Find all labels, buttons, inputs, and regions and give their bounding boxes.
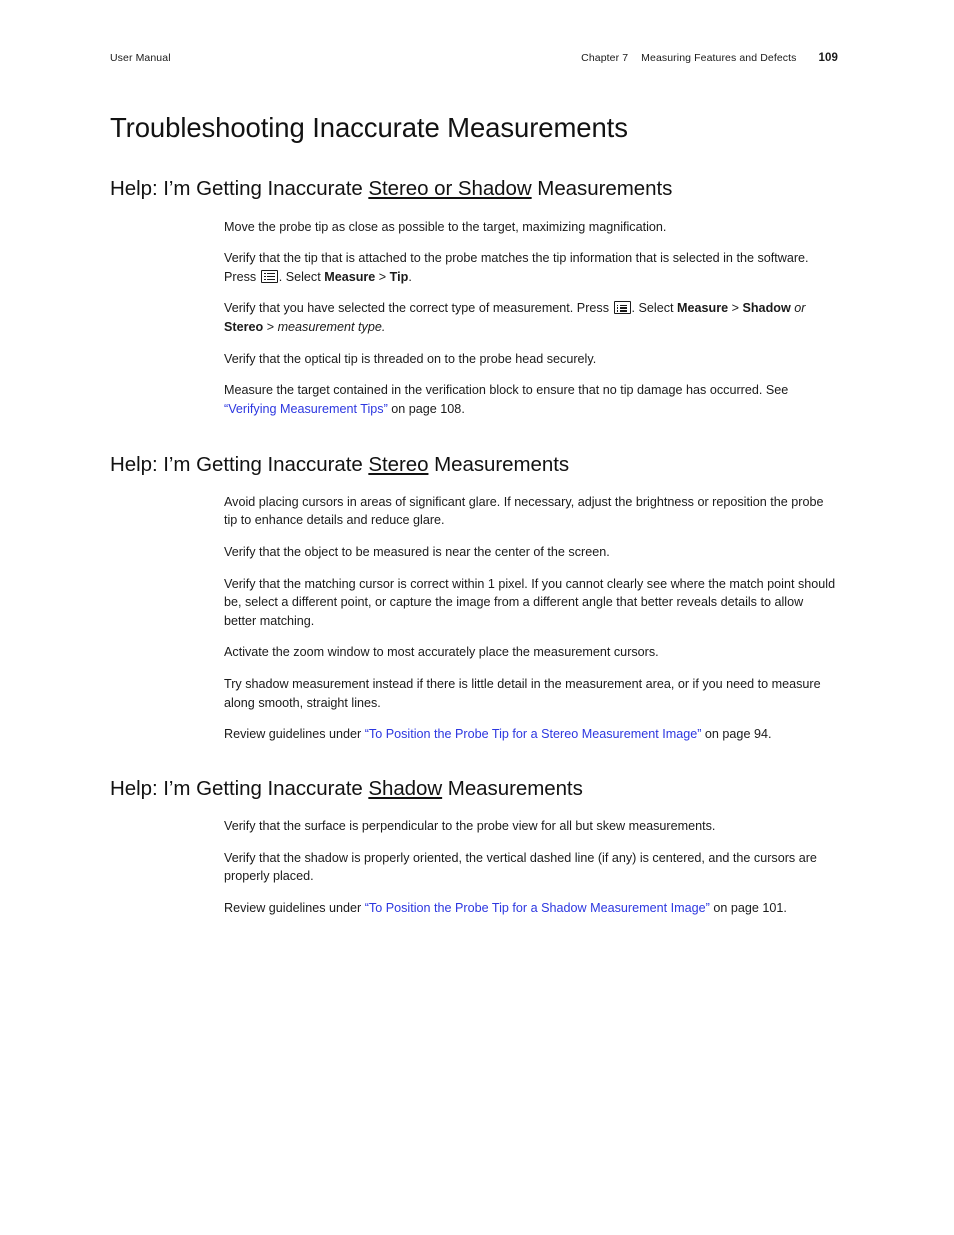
paragraph: Verify that the tip that is attached to … bbox=[224, 249, 838, 286]
heading-suffix: Measurements bbox=[531, 177, 673, 201]
paragraph-text: Measure the target contained in the veri… bbox=[224, 383, 789, 398]
menu-path-separator: > bbox=[375, 269, 390, 284]
menu-list-icon bbox=[260, 269, 278, 283]
paragraph: Avoid placing cursors in areas of signif… bbox=[224, 494, 824, 528]
paragraph: Verify that the optical tip is threaded … bbox=[224, 351, 597, 366]
header-manual-label: User Manual bbox=[110, 52, 171, 64]
section-stereo: Help: I’m Getting Inaccurate Stereo Meas… bbox=[110, 453, 838, 744]
section-heading: Help: I’m Getting Inaccurate Stereo Meas… bbox=[110, 453, 838, 477]
cross-reference-link[interactable]: “To Position the Probe Tip for a Shadow … bbox=[365, 901, 710, 915]
paragraph-text: . Select bbox=[631, 301, 677, 316]
header-right-group: Chapter 7 Measuring Features and Defects… bbox=[581, 52, 838, 64]
paragraph: Verify that you have selected the correc… bbox=[224, 299, 838, 336]
paragraph-text: on page 108. bbox=[387, 401, 465, 416]
menu-path-item: Measure bbox=[324, 269, 376, 284]
heading-suffix: Measurements bbox=[442, 776, 583, 800]
heading-emphasis: Stereo or Shadow bbox=[368, 177, 532, 201]
paragraph-text: Review guidelines under bbox=[224, 901, 365, 916]
paragraph-text: Review guidelines under bbox=[224, 727, 365, 742]
paragraph-text: . Select bbox=[278, 269, 325, 284]
page-title: Troubleshooting Inaccurate Measurements bbox=[110, 112, 628, 143]
paragraph: Measure the target contained in the veri… bbox=[224, 381, 838, 418]
paragraph: Try shadow measurement instead if there … bbox=[224, 677, 821, 710]
menu-path-item: Tip bbox=[389, 269, 409, 284]
header-chapter-number: Chapter 7 bbox=[581, 52, 629, 64]
paragraph-text: on page 101. bbox=[709, 901, 787, 916]
paragraph: Review guidelines under “To Position the… bbox=[224, 899, 838, 918]
document-page: User Manual Chapter 7 Measuring Features… bbox=[0, 0, 954, 1235]
menu-path-placeholder: measurement type. bbox=[277, 320, 386, 335]
paragraph-text: . bbox=[408, 269, 412, 284]
paragraph-text: Verify that you have selected the correc… bbox=[224, 301, 613, 316]
section-heading: Help: I’m Getting Inaccurate Shadow Meas… bbox=[110, 777, 838, 801]
section-body: Move the probe tip as close as possible … bbox=[224, 218, 838, 419]
heading-prefix: Help: I’m Getting Inaccurate bbox=[110, 776, 369, 800]
section-stereo-or-shadow: Help: I’m Getting Inaccurate Stereo or S… bbox=[110, 177, 838, 418]
header-chapter-title: Measuring Features and Defects bbox=[641, 52, 797, 64]
header-page-number: 109 bbox=[818, 52, 838, 64]
paragraph: Verify that the surface is perpendicular… bbox=[224, 819, 716, 834]
section-body: Verify that the surface is perpendicular… bbox=[224, 817, 838, 918]
paragraph: Move the probe tip as close as possible … bbox=[224, 219, 667, 234]
menu-list-icon bbox=[613, 301, 631, 315]
heading-emphasis: Stereo bbox=[368, 452, 429, 476]
heading-prefix: Help: I’m Getting Inaccurate bbox=[110, 177, 369, 201]
paragraph: Verify that the shadow is properly orien… bbox=[224, 850, 817, 884]
paragraph-text: on page 94. bbox=[701, 727, 772, 742]
menu-path-separator: > bbox=[728, 301, 743, 316]
cross-reference-link[interactable]: “Verifying Measurement Tips” bbox=[224, 402, 388, 416]
content-column: Troubleshooting Inaccurate Measurements … bbox=[110, 112, 838, 918]
running-header: User Manual Chapter 7 Measuring Features… bbox=[110, 52, 838, 64]
section-heading: Help: I’m Getting Inaccurate Stereo or S… bbox=[110, 177, 838, 201]
heading-emphasis: Shadow bbox=[368, 776, 443, 800]
menu-path-conjunction: or bbox=[790, 301, 806, 316]
cross-reference-link[interactable]: “To Position the Probe Tip for a Stereo … bbox=[365, 727, 702, 741]
paragraph: Verify that the matching cursor is corre… bbox=[224, 576, 836, 628]
paragraph: Activate the zoom window to most accurat… bbox=[224, 645, 659, 660]
menu-path-item: Stereo bbox=[224, 320, 264, 335]
section-body: Avoid placing cursors in areas of signif… bbox=[224, 493, 838, 744]
section-shadow: Help: I’m Getting Inaccurate Shadow Meas… bbox=[110, 777, 838, 918]
heading-suffix: Measurements bbox=[428, 452, 570, 476]
menu-path-item: Measure bbox=[677, 301, 729, 316]
menu-path-item: Shadow bbox=[742, 301, 791, 316]
paragraph: Review guidelines under “To Position the… bbox=[224, 725, 838, 744]
paragraph: Verify that the object to be measured is… bbox=[224, 544, 610, 559]
menu-path-separator: > bbox=[263, 320, 278, 335]
heading-prefix: Help: I’m Getting Inaccurate bbox=[110, 452, 369, 476]
